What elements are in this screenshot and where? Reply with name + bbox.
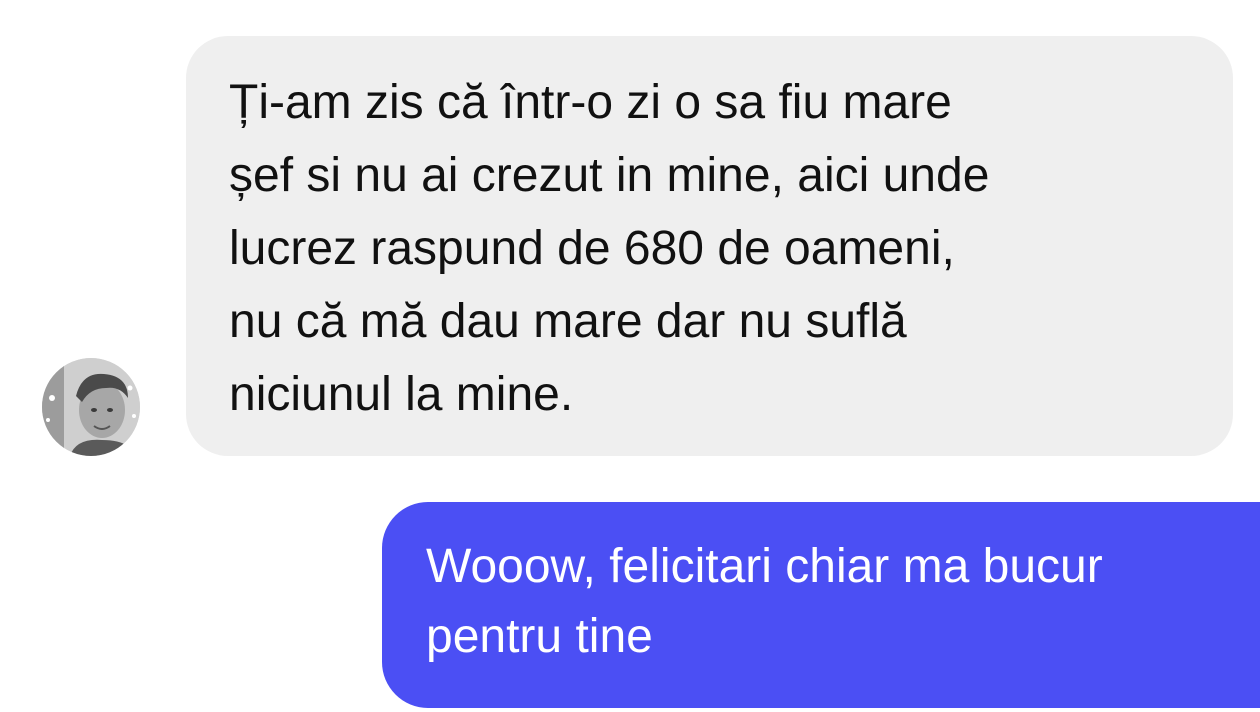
outgoing-message-bubble[interactable]: Wooow, felicitari chiar ma bucur pentru … [382,502,1260,708]
avatar-photo-icon [42,358,140,456]
chat-thread: Ți-am zis că într-o zi o sa fiu mare șef… [0,0,1260,712]
incoming-message-bubble[interactable]: Ți-am zis că într-o zi o sa fiu mare șef… [186,36,1233,456]
incoming-message-row: Ți-am zis că într-o zi o sa fiu mare șef… [0,0,1260,470]
contact-avatar[interactable] [42,358,140,456]
